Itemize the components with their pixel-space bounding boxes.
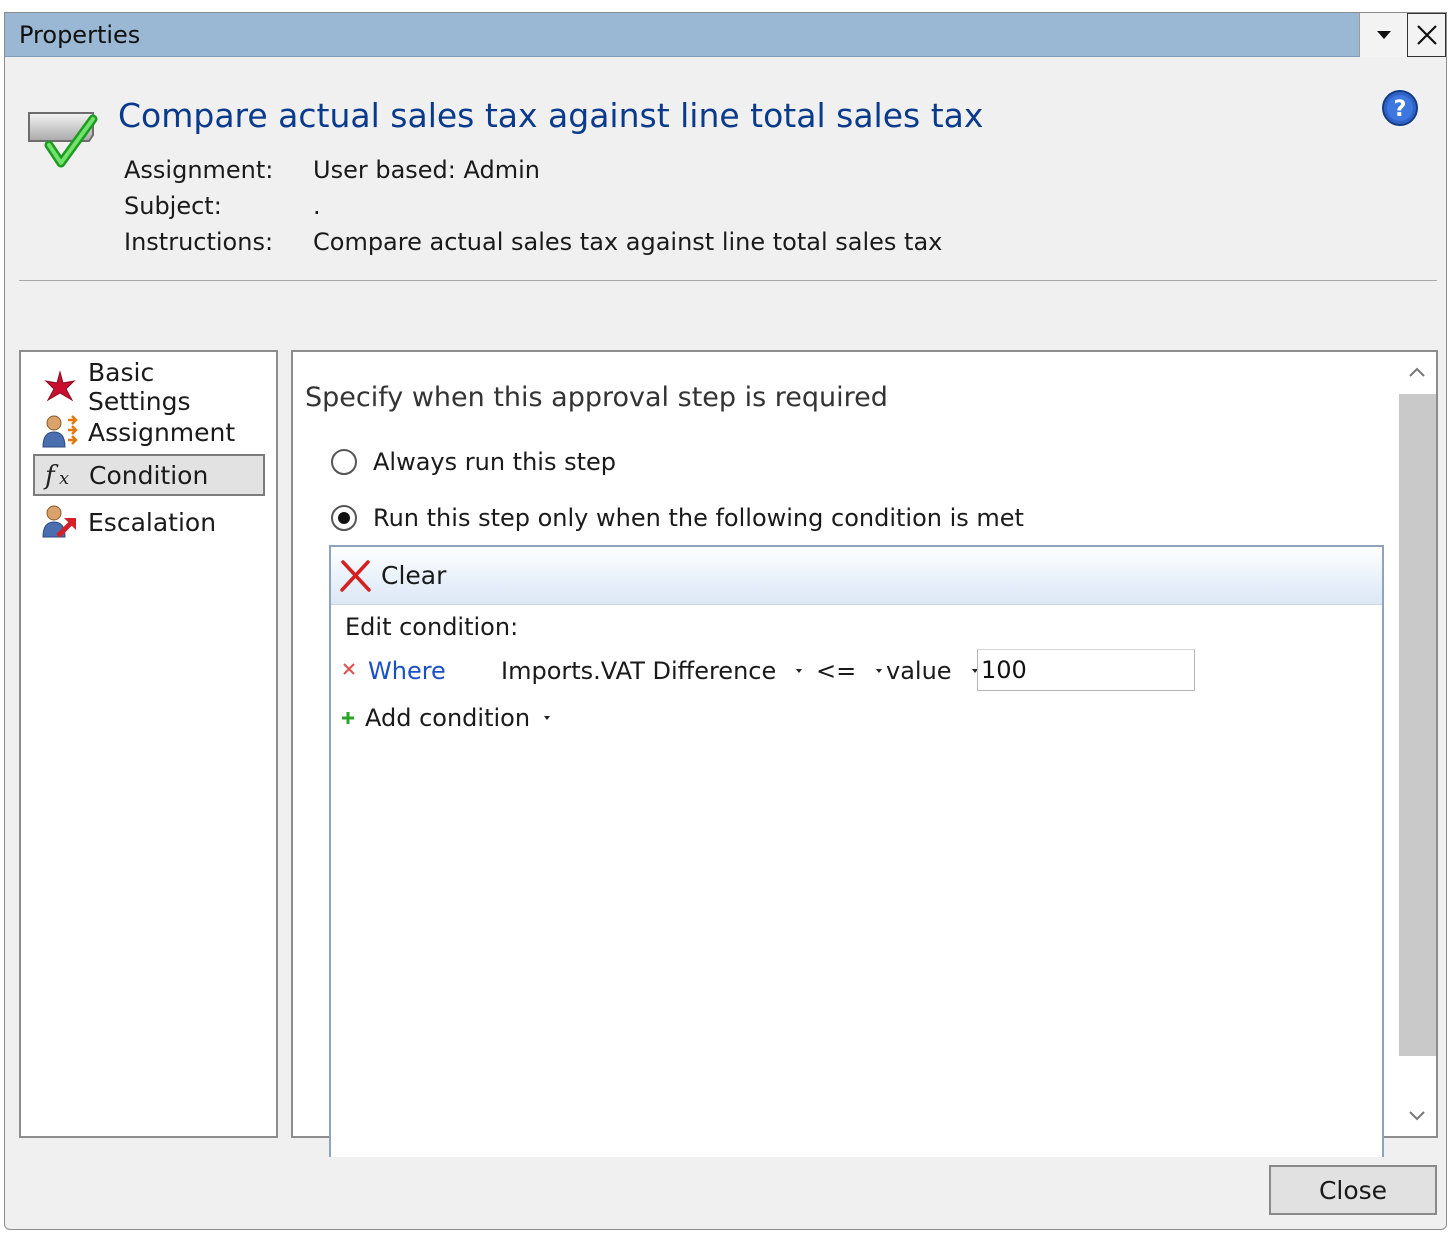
small-red-x-icon[interactable]	[341, 661, 357, 677]
subject-label: Subject:	[124, 192, 222, 220]
always-run-radio[interactable]	[331, 449, 357, 475]
title-bar: Properties	[5, 13, 1446, 57]
properties-window: Properties Compare actual sales tax agai…	[4, 12, 1447, 1230]
chevron-down-icon	[544, 716, 551, 720]
approval-check-icon	[28, 112, 98, 168]
step-title: Compare actual sales tax against line to…	[118, 96, 984, 135]
assignment-label: Assignment:	[124, 156, 274, 184]
help-question-icon[interactable]: ?	[1381, 89, 1419, 127]
green-plus-icon	[342, 712, 354, 724]
assignment-value: User based: Admin	[313, 156, 540, 184]
svg-text:f: f	[43, 461, 59, 491]
header-divider	[19, 280, 1437, 281]
red-asterisk-icon	[44, 370, 76, 402]
operator-dropdown[interactable]: <=	[816, 657, 884, 685]
scroll-down-button[interactable]	[1397, 1096, 1436, 1136]
window-close-button[interactable]	[1407, 13, 1446, 57]
vertical-scrollbar[interactable]	[1397, 352, 1436, 1136]
svg-text:?: ?	[1394, 97, 1407, 122]
conditional-run-label: Run this step only when the following co…	[373, 504, 1024, 532]
conditional-run-option[interactable]: Run this step only when the following co…	[331, 504, 1024, 532]
conditional-run-radio[interactable]	[331, 505, 357, 531]
always-run-option[interactable]: Always run this step	[331, 448, 616, 476]
add-condition-label: Add condition	[365, 704, 531, 732]
nav-item-label: Escalation	[88, 507, 217, 537]
close-button[interactable]: Close	[1269, 1165, 1437, 1215]
instructions-label: Instructions:	[124, 228, 274, 256]
window-title: Properties	[19, 21, 141, 49]
svg-text:x: x	[59, 468, 69, 489]
red-x-icon	[340, 559, 371, 592]
x-icon	[1416, 25, 1437, 45]
user-escalation-icon	[42, 505, 76, 538]
chevron-up-icon	[1408, 367, 1425, 377]
scroll-up-button[interactable]	[1397, 352, 1436, 392]
nav-item-basic-settings[interactable]: Basic Settings	[33, 358, 265, 416]
condition-value-input[interactable]	[977, 649, 1195, 691]
condition-row: Where Imports.VAT Difference <= value	[341, 649, 1381, 693]
condition-editor: Clear Edit condition: Where Imports.VAT …	[329, 545, 1384, 1157]
user-assignment-icon	[42, 415, 78, 448]
nav-item-escalation[interactable]: Escalation	[33, 501, 265, 543]
chevron-down-icon	[1408, 1111, 1425, 1121]
window-menu-button[interactable]	[1359, 13, 1407, 57]
chevron-down-icon	[796, 669, 803, 673]
condition-content-panel: Specify when this approval step is requi…	[291, 350, 1438, 1157]
field-dropdown[interactable]: Imports.VAT Difference	[501, 657, 804, 685]
nav-item-label: Basic Settings	[88, 358, 191, 416]
clear-button[interactable]: Clear	[339, 559, 446, 593]
scrollbar-thumb[interactable]	[1399, 394, 1436, 1056]
where-link[interactable]: Where	[368, 657, 446, 685]
operator-dropdown-value: <=	[816, 657, 857, 685]
value-type-dropdown-value: value	[886, 657, 952, 685]
value-type-dropdown[interactable]: value	[886, 657, 980, 685]
triangle-down-icon	[1376, 31, 1391, 39]
subject-value: .	[313, 192, 321, 220]
navigation-panel: Basic Settings Assignment f x Condition	[19, 350, 278, 1138]
nav-item-label: Assignment	[88, 417, 236, 447]
nav-item-assignment[interactable]: Assignment	[33, 411, 265, 453]
nav-item-condition[interactable]: f x Condition	[33, 454, 265, 496]
edit-condition-label: Edit condition:	[345, 613, 519, 641]
condition-toolbar: Clear	[331, 547, 1382, 605]
function-fx-icon: f x	[43, 461, 69, 491]
field-dropdown-value: Imports.VAT Difference	[501, 657, 777, 685]
clear-label: Clear	[381, 561, 447, 590]
always-run-label: Always run this step	[373, 448, 617, 476]
add-condition-button[interactable]: Add condition	[341, 704, 552, 732]
section-heading: Specify when this approval step is requi…	[305, 382, 888, 413]
nav-item-label: Condition	[89, 460, 209, 490]
instructions-value: Compare actual sales tax against line to…	[313, 228, 943, 256]
chevron-down-icon	[876, 669, 883, 673]
